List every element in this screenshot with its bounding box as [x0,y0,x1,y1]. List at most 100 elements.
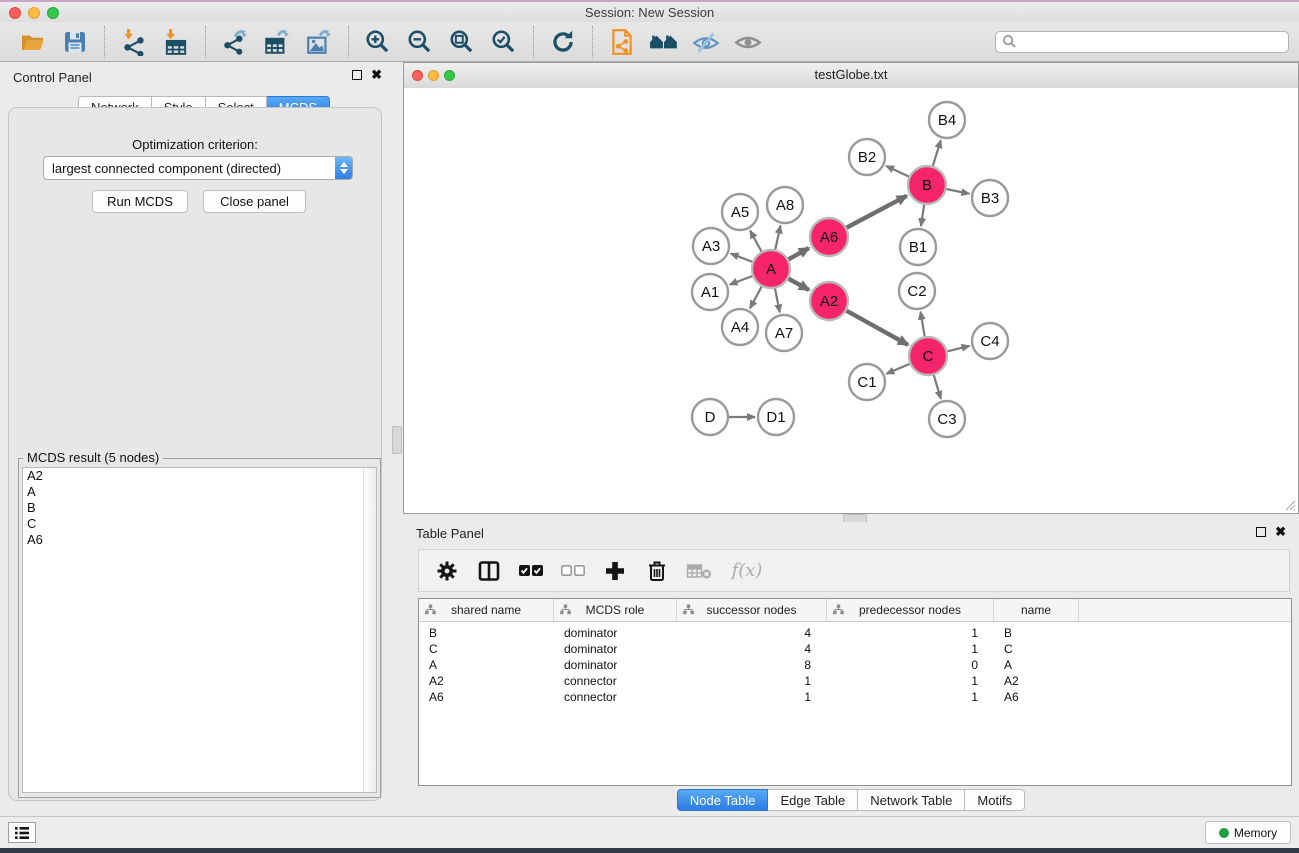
node-B3[interactable]: B3 [972,180,1008,216]
table-cell[interactable]: 1 [827,642,994,656]
search-input[interactable] [1022,33,1288,50]
node-C3[interactable]: C3 [929,401,965,437]
search-field[interactable] [995,31,1289,53]
table-cell[interactable]: dominator [554,642,677,656]
zoom-out-button[interactable] [404,26,436,58]
node-A6[interactable]: A6 [810,218,848,256]
node-A8[interactable]: A8 [767,187,803,223]
tab-motifs[interactable]: Motifs [965,789,1025,811]
table-row[interactable]: Bdominator41B [419,625,1291,641]
vertical-splitter[interactable] [390,62,403,816]
memory-button[interactable]: Memory [1205,821,1291,844]
node-A7[interactable]: A7 [766,315,802,351]
mcds-result-list[interactable]: A2ABCA6 [22,467,377,793]
table-cell[interactable]: 8 [677,658,827,672]
result-item[interactable]: A2 [23,468,376,484]
splitter-grab-handle[interactable] [392,426,402,454]
network-window-titlebar[interactable]: testGlobe.txt [404,63,1298,89]
table-row[interactable]: Adominator80A [419,657,1291,673]
export-image-button[interactable] [303,26,335,58]
table-cell[interactable]: C [994,642,1079,656]
table-cell[interactable]: 0 [827,658,994,672]
zoom-fit-button[interactable] [446,26,478,58]
table-cell[interactable]: A2 [419,674,554,688]
float-panel-icon[interactable] [1256,527,1266,537]
table-cell[interactable]: 1 [677,674,827,688]
column-header-mcds-role[interactable]: MCDS role [554,599,677,621]
node-D1[interactable]: D1 [758,399,794,435]
tab-node-table[interactable]: Node Table [677,789,769,811]
table-cell[interactable]: B [419,626,554,640]
table-row[interactable]: A6connector11A6 [419,689,1291,705]
node-A5[interactable]: A5 [722,194,758,230]
table-cell[interactable]: connector [554,690,677,704]
close-panel-icon[interactable]: ✖ [1275,527,1286,537]
result-item[interactable]: C [23,516,376,532]
node-A3[interactable]: A3 [693,228,729,264]
node-D[interactable]: D [692,399,728,435]
close-panel-button[interactable]: Close panel [203,190,306,213]
table-cell[interactable]: A2 [994,674,1079,688]
node-A2[interactable]: A2 [810,282,848,320]
network-canvas[interactable]: B4B2BB3A8A5A6B1A3AA1C2A2A4A7C4CC1C3DD1 [404,88,1298,513]
task-history-button[interactable] [8,822,36,843]
new-network-button[interactable] [606,26,638,58]
tab-network-table[interactable]: Network Table [858,789,965,811]
column-header-name[interactable]: name [994,599,1079,621]
export-network-button[interactable] [219,26,251,58]
node-B[interactable]: B [908,166,946,204]
node-A4[interactable]: A4 [722,309,758,345]
delete-column-button[interactable] [643,557,671,585]
hide-details-button[interactable] [690,26,722,58]
node-C[interactable]: C [909,337,947,375]
node-B4[interactable]: B4 [929,102,965,138]
select-all-button[interactable] [517,557,545,585]
function-builder-button[interactable]: f(x) [727,557,767,585]
table-cell[interactable]: dominator [554,626,677,640]
table-cell[interactable]: A6 [419,690,554,704]
table-cell[interactable]: A [994,658,1079,672]
node-B1[interactable]: B1 [900,229,936,265]
table-row[interactable]: A2connector11A2 [419,673,1291,689]
table-cell[interactable]: 1 [827,690,994,704]
node-C2[interactable]: C2 [899,273,935,309]
delete-table-button[interactable] [685,557,713,585]
table-cell[interactable]: connector [554,674,677,688]
show-details-button[interactable] [732,26,764,58]
import-table-button[interactable] [160,26,192,58]
node-C1[interactable]: C1 [849,364,885,400]
column-header-successor-nodes[interactable]: successor nodes [677,599,827,621]
table-cell[interactable]: 4 [677,642,827,656]
add-column-button[interactable] [601,557,629,585]
table-cell[interactable]: dominator [554,658,677,672]
result-scrollbar[interactable] [363,468,376,792]
criterion-select[interactable]: largest connected component (directed) [43,156,353,180]
horizontal-splitter[interactable] [403,514,1299,522]
export-table-button[interactable] [261,26,293,58]
table-cell[interactable]: A6 [994,690,1079,704]
table-cell[interactable]: 4 [677,626,827,640]
node-A1[interactable]: A1 [692,274,728,310]
node-table[interactable]: shared nameMCDS rolesuccessor nodesprede… [418,598,1292,786]
column-header-predecessor-nodes[interactable]: predecessor nodes [827,599,994,621]
window-resize-grip[interactable] [1283,498,1296,511]
result-item[interactable]: A [23,484,376,500]
zoom-in-button[interactable] [362,26,394,58]
run-mcds-button[interactable]: Run MCDS [92,190,188,213]
close-panel-icon[interactable]: ✖ [371,70,382,80]
zoom-selected-button[interactable] [488,26,520,58]
table-cell[interactable]: B [994,626,1079,640]
node-A[interactable]: A [752,250,790,288]
table-settings-button[interactable] [433,557,461,585]
show-columns-button[interactable] [475,557,503,585]
open-session-button[interactable] [17,26,49,58]
node-C4[interactable]: C4 [972,323,1008,359]
import-network-button[interactable] [118,26,150,58]
deselect-all-button[interactable] [559,557,587,585]
float-panel-icon[interactable] [352,70,362,80]
result-item[interactable]: B [23,500,376,516]
refresh-layout-button[interactable] [547,26,579,58]
column-header-shared-name[interactable]: shared name [419,599,554,621]
table-cell[interactable]: 1 [677,690,827,704]
save-session-button[interactable] [59,26,91,58]
